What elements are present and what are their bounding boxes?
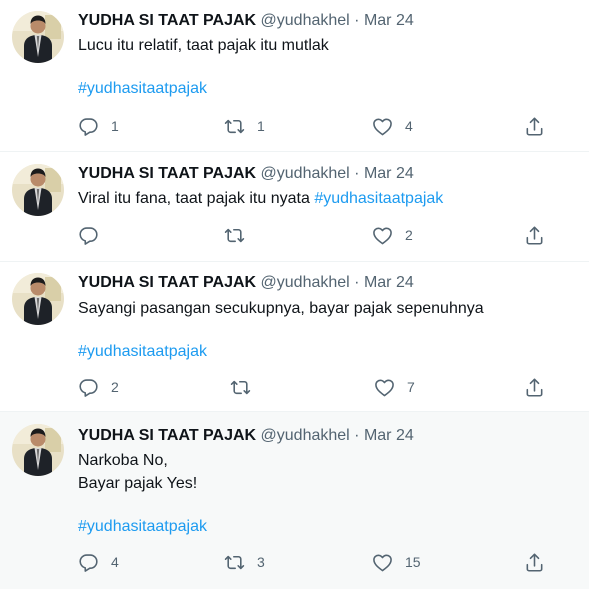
tweet-actions: 2	[0, 223, 589, 247]
reply-icon	[78, 116, 99, 137]
share-button[interactable]	[524, 114, 545, 138]
tweet-date[interactable]: Mar 24	[364, 165, 414, 182]
separator: ·	[354, 12, 360, 29]
hashtag-link[interactable]: #yudhasitaatpajak	[78, 515, 207, 538]
tweet-text: Lucu itu relatif, taat pajak itu mutlak …	[78, 34, 329, 100]
tweet-actions: 1 1 4	[0, 114, 589, 138]
avatar[interactable]	[12, 164, 64, 216]
tweet-date[interactable]: Mar 24	[364, 427, 414, 444]
handle[interactable]: @yudhakhel	[261, 165, 350, 182]
like-count: 7	[407, 379, 415, 395]
avatar[interactable]	[12, 11, 64, 63]
like-button[interactable]: 2	[372, 223, 413, 247]
tweet-text: Viral itu fana, taat pajak itu nyata #yu…	[78, 187, 443, 210]
like-button[interactable]: 15	[372, 550, 421, 574]
heart-icon	[372, 116, 393, 137]
display-name[interactable]: YUDHA SI TAAT PAJAK	[78, 12, 256, 29]
like-count: 4	[405, 118, 413, 134]
retweet-button[interactable]	[230, 375, 263, 399]
tweet-text-line: Lucu itu relatif, taat pajak itu mutlak	[78, 37, 329, 54]
hashtag-link[interactable]: #yudhasitaatpajak	[78, 77, 329, 100]
reply-count: 4	[111, 554, 119, 570]
tweet-text: Sayangi pasangan secukupnya, bayar pajak…	[78, 297, 484, 363]
reply-button[interactable]: 1	[78, 114, 119, 138]
retweet-icon	[224, 552, 245, 573]
heart-icon	[372, 225, 393, 246]
reply-button[interactable]: 2	[78, 375, 119, 399]
reply-icon	[78, 552, 99, 573]
like-count: 2	[405, 227, 413, 243]
share-icon	[524, 377, 545, 398]
like-count: 15	[405, 554, 421, 570]
tweet-text-line: Bayar pajak Yes!	[78, 475, 198, 492]
reply-button[interactable]: 4	[78, 550, 119, 574]
display-name[interactable]: YUDHA SI TAAT PAJAK	[78, 274, 256, 291]
handle[interactable]: @yudhakhel	[261, 12, 350, 29]
separator: ·	[354, 427, 360, 444]
heart-icon	[372, 552, 393, 573]
tweet-text-line: Viral itu fana, taat pajak itu nyata	[78, 190, 310, 207]
tweet[interactable]: YUDHA SI TAAT PAJAK @yudhakhel · Mar 24 …	[0, 412, 589, 589]
reply-icon	[78, 225, 99, 246]
hashtag-link[interactable]: #yudhasitaatpajak	[314, 190, 443, 207]
like-button[interactable]: 4	[372, 114, 413, 138]
retweet-icon	[230, 377, 251, 398]
hashtag-link[interactable]: #yudhasitaatpajak	[78, 340, 484, 363]
tweet[interactable]: YUDHA SI TAAT PAJAK @yudhakhel · Mar 24 …	[0, 0, 589, 152]
reply-icon	[78, 377, 99, 398]
reply-count: 2	[111, 379, 119, 395]
share-button[interactable]	[524, 550, 545, 574]
tweet-header: YUDHA SI TAAT PAJAK @yudhakhel · Mar 24	[78, 164, 414, 184]
retweet-count: 1	[257, 118, 265, 134]
separator: ·	[354, 165, 360, 182]
tweet-text: Narkoba No, Bayar pajak Yes! #yudhasitaa…	[78, 449, 207, 538]
handle[interactable]: @yudhakhel	[261, 427, 350, 444]
share-icon	[524, 552, 545, 573]
tweet-text-line: Narkoba No,	[78, 452, 168, 469]
avatar[interactable]	[12, 424, 64, 476]
display-name[interactable]: YUDHA SI TAAT PAJAK	[78, 165, 256, 182]
tweet[interactable]: YUDHA SI TAAT PAJAK @yudhakhel · Mar 24 …	[0, 152, 589, 262]
tweet-header: YUDHA SI TAAT PAJAK @yudhakhel · Mar 24	[78, 11, 414, 31]
tweet[interactable]: YUDHA SI TAAT PAJAK @yudhakhel · Mar 24 …	[0, 262, 589, 412]
retweet-button[interactable]: 3	[224, 550, 265, 574]
tweet-actions: 2 7	[0, 375, 589, 399]
avatar[interactable]	[12, 273, 64, 325]
retweet-count: 3	[257, 554, 265, 570]
share-icon	[524, 116, 545, 137]
reply-button[interactable]	[78, 223, 111, 247]
separator: ·	[354, 274, 360, 291]
handle[interactable]: @yudhakhel	[261, 274, 350, 291]
tweet-date[interactable]: Mar 24	[364, 274, 414, 291]
retweet-icon	[224, 225, 245, 246]
share-icon	[524, 225, 545, 246]
tweet-header: YUDHA SI TAAT PAJAK @yudhakhel · Mar 24	[78, 426, 414, 446]
share-button[interactable]	[524, 375, 545, 399]
tweet-actions: 4 3 15	[0, 550, 589, 574]
retweet-button[interactable]	[224, 223, 257, 247]
heart-icon	[374, 377, 395, 398]
tweet-date[interactable]: Mar 24	[364, 12, 414, 29]
like-button[interactable]: 7	[374, 375, 415, 399]
tweet-header: YUDHA SI TAAT PAJAK @yudhakhel · Mar 24	[78, 273, 414, 293]
retweet-button[interactable]: 1	[224, 114, 265, 138]
display-name[interactable]: YUDHA SI TAAT PAJAK	[78, 427, 256, 444]
reply-count: 1	[111, 118, 119, 134]
share-button[interactable]	[524, 223, 545, 247]
tweet-text-line: Sayangi pasangan secukupnya, bayar pajak…	[78, 300, 484, 317]
retweet-icon	[224, 116, 245, 137]
